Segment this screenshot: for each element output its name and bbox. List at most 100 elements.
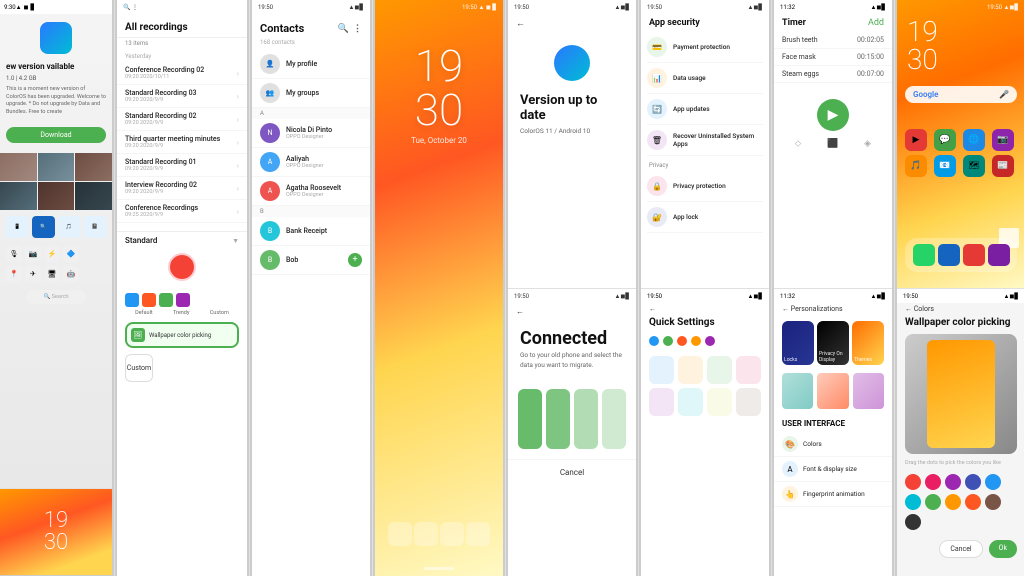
opt-colors[interactable]: 🎨 Colors (774, 432, 892, 457)
dot-5[interactable] (705, 336, 715, 346)
screen-icon[interactable]: 🖥 (44, 266, 60, 282)
color-red[interactable] (905, 474, 921, 490)
app-2[interactable]: 💬 (934, 129, 956, 151)
theme-6[interactable] (853, 373, 884, 409)
bluetooth-icon[interactable]: 🔷 (63, 246, 79, 262)
rec-item-1[interactable]: Standard Recording 03 09:20 2020/9/9 › (117, 85, 247, 108)
google-search-bar[interactable]: Google 🎤 (905, 86, 1017, 103)
qtile-1[interactable] (649, 356, 674, 384)
qtile-7[interactable] (707, 388, 732, 416)
colors-cancel-button[interactable]: Cancel (939, 540, 982, 558)
qt-media[interactable]: 🎵 (58, 216, 81, 238)
rec-item-6[interactable]: Conference Recordings 09:25 2020/9/9 › (117, 200, 247, 223)
search-bottom[interactable]: 🔍 Search (0, 286, 112, 308)
dock-fb[interactable] (938, 244, 960, 266)
timer-nav-3[interactable]: ◈ (864, 139, 871, 149)
timer-nav-2[interactable]: ⬛ (827, 139, 838, 149)
contact-agatha[interactable]: A Agatha Roosevelt OPPO Designer (252, 177, 370, 206)
auto-icon[interactable]: 🤖 (63, 266, 79, 282)
timer-nav-1[interactable]: ⬦ (795, 139, 801, 149)
dock-yt[interactable] (963, 244, 985, 266)
contact-aaliyah[interactable]: A Aaliyah OPPO Designer (252, 148, 370, 177)
security-item-payment[interactable]: 💳 Payment protection (647, 32, 763, 63)
personal-back[interactable]: ← Personalizations (774, 303, 892, 315)
dot-1[interactable] (649, 336, 659, 346)
color-deep-orange[interactable] (965, 494, 981, 510)
wallpaper-btn-area[interactable]: 🖼 Wallpaper color picking (125, 322, 239, 348)
theme-blue[interactable] (125, 293, 139, 307)
qtile-4[interactable] (736, 356, 761, 384)
timer-2[interactable]: Steam eggs 00:07:00 (774, 66, 892, 83)
play-button[interactable]: ▶ (817, 99, 849, 131)
color-brown[interactable] (985, 494, 1001, 510)
colors-ok-button[interactable]: Ok (989, 540, 1017, 558)
theme-purple[interactable] (176, 293, 190, 307)
add-bob-button[interactable]: + (348, 253, 362, 267)
security-item-data[interactable]: 📊 Data usage (647, 63, 763, 94)
rec-item-3[interactable]: Third quarter meeting minutes 09:20 2020… (117, 131, 247, 154)
dot-4[interactable] (691, 336, 701, 346)
contact-my-profile[interactable]: 👤 My profile (252, 50, 370, 79)
qt-journal[interactable]: 📓 (83, 216, 106, 238)
theme-themes[interactable]: Themes (852, 321, 884, 365)
cancel-button[interactable]: Cancel (508, 459, 636, 485)
color-cyan[interactable] (905, 494, 921, 510)
theme-locks[interactable]: Locks (782, 321, 814, 365)
color-indigo[interactable] (965, 474, 981, 490)
add-timer-button[interactable]: Add (868, 18, 884, 28)
custom-btn[interactable]: Custom (125, 354, 153, 382)
dock-phone[interactable] (388, 522, 412, 546)
color-green[interactable] (925, 494, 941, 510)
security-item-recover[interactable]: 🗑 Recover Uninstalled System Apps (647, 125, 763, 156)
rec-item-2[interactable]: Standard Recording 02 09:20 2020/9/9 › (117, 108, 247, 131)
color-blue[interactable] (985, 474, 1001, 490)
contact-bank[interactable]: B Bank Receipt (252, 217, 370, 246)
qt-search[interactable]: 🔍 (32, 216, 55, 238)
qtile-5[interactable] (649, 388, 674, 416)
qtile-6[interactable] (678, 388, 703, 416)
color-purple[interactable] (945, 474, 961, 490)
qtile-2[interactable] (678, 356, 703, 384)
theme-4[interactable] (782, 373, 813, 409)
record-button[interactable] (168, 253, 196, 281)
app-6[interactable]: 📧 (934, 155, 956, 177)
contact-bob[interactable]: B Bob + (252, 246, 370, 275)
app-5[interactable]: 🎵 (905, 155, 927, 177)
app-8[interactable]: 📰 (992, 155, 1014, 177)
version-back[interactable]: ← (508, 14, 636, 33)
dot-2[interactable] (663, 336, 673, 346)
app-1[interactable]: ▶ (905, 129, 927, 151)
color-orange[interactable] (945, 494, 961, 510)
rec-item-5[interactable]: Interview Recording 02 09:20 2020/9/9 › (117, 177, 247, 200)
security-item-updates[interactable]: 🔄 App updates (647, 94, 763, 125)
theme-5[interactable] (817, 373, 848, 409)
privacy-protection-item[interactable]: 🔒 Privacy protection (647, 171, 763, 202)
color-pink[interactable] (925, 474, 941, 490)
dock-camera[interactable] (440, 522, 464, 546)
airplane-icon[interactable]: ✈ (25, 266, 41, 282)
dock-browser[interactable] (466, 522, 490, 546)
app-lock-item[interactable]: 🔐 App lock (647, 202, 763, 233)
timer-1[interactable]: Face mask 00:15:00 (774, 49, 892, 66)
connected-back[interactable]: ← (508, 303, 636, 320)
opt-font[interactable]: A Font & display size (774, 457, 892, 482)
app-4[interactable]: 📷 (992, 129, 1014, 151)
mic-search-icon[interactable]: 🎤 (999, 90, 1009, 99)
dock-wa[interactable] (913, 244, 935, 266)
camera-icon[interactable]: 📷 (25, 246, 41, 262)
rec-item-0[interactable]: Conference Recording 02 09:20 2020/10/11… (117, 62, 247, 85)
dock-messages[interactable] (414, 522, 438, 546)
theme-privacy[interactable]: Privacy On Display (817, 321, 849, 365)
opt-fingerprint[interactable]: 👆 Fingerprint animation (774, 482, 892, 507)
timer-0[interactable]: Brush teeth 00:02:05 (774, 32, 892, 49)
search-icon[interactable]: 🔍 (338, 24, 349, 34)
app-7[interactable]: 🗺 (963, 155, 985, 177)
mic-icon[interactable]: 🎙 (6, 246, 22, 262)
power-icon[interactable]: ⚡ (44, 246, 60, 262)
qt-mobile[interactable]: 📱 (6, 216, 29, 238)
quick-back[interactable]: ← (641, 303, 769, 315)
theme-green[interactable] (159, 293, 173, 307)
rec-item-4[interactable]: Standard Recording 01 09:20 2020/9/9 › (117, 154, 247, 177)
location-icon[interactable]: 📍 (6, 266, 22, 282)
qtile-3[interactable] (707, 356, 732, 384)
